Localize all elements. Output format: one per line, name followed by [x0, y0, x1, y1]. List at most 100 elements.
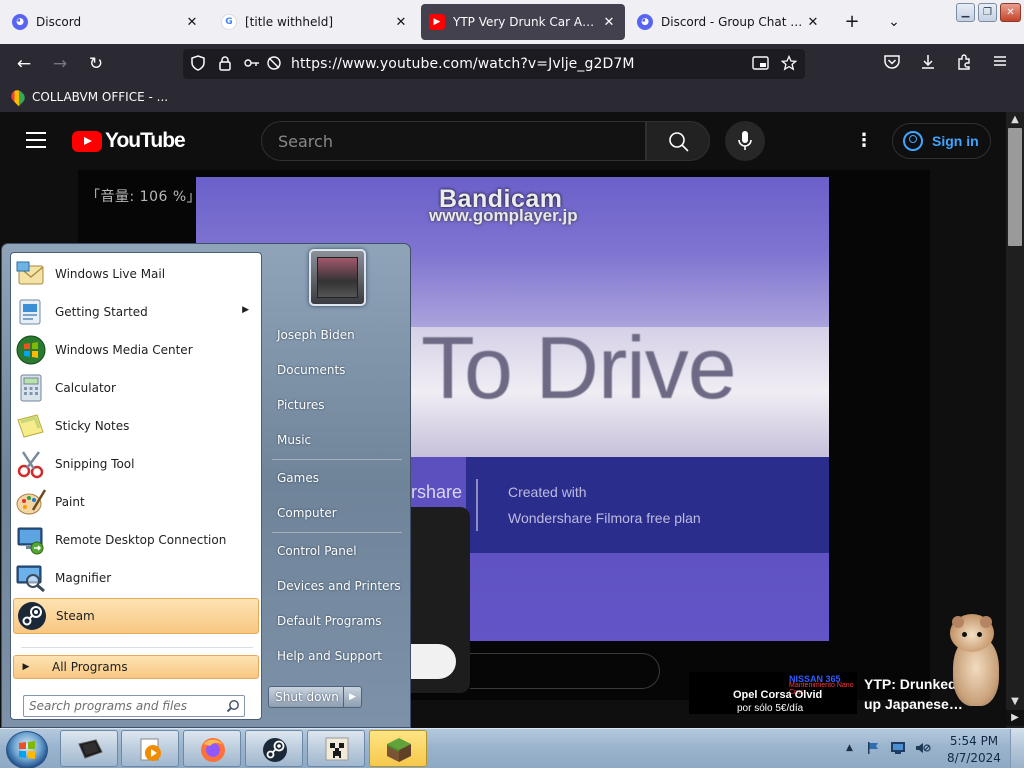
pocket-icon[interactable] — [881, 53, 903, 75]
download-icon[interactable] — [917, 53, 939, 75]
tab-title: Discord - Group Chat That's — [661, 15, 805, 29]
terminal-window-icon — [78, 739, 103, 759]
close-icon[interactable]: ✕ — [393, 15, 409, 30]
scroll-up-arrow[interactable]: ▲ — [1006, 112, 1024, 128]
taskbar-steam[interactable] — [245, 730, 303, 767]
search-programs-input[interactable]: Search programs and files — [23, 695, 245, 717]
mail-icon — [15, 258, 47, 290]
tab-discord-group-chat[interactable]: ◕ Discord - Group Chat That's ✕ — [629, 4, 829, 40]
close-icon[interactable]: ✕ — [805, 15, 821, 30]
more-options-button[interactable]: ⋮ — [855, 130, 873, 152]
extensions-icon[interactable] — [953, 53, 975, 75]
search-input[interactable]: Search — [261, 121, 646, 161]
program-windows-media-center[interactable]: Windows Media Center — [13, 332, 259, 368]
taskbar-media-player[interactable] — [121, 730, 179, 767]
reload-button[interactable]: ↻ — [85, 53, 107, 75]
menu-icon[interactable] — [989, 53, 1011, 75]
tab-google-search[interactable]: G [title withheld] ✕ — [213, 4, 417, 40]
program-remote-desktop-connection[interactable]: Remote Desktop Connection — [13, 522, 259, 558]
action-center-flag-icon[interactable] — [866, 741, 880, 755]
program-sticky-notes[interactable]: Sticky Notes — [13, 408, 259, 444]
program-snipping-tool[interactable]: Snipping Tool — [13, 446, 259, 482]
start-item-music[interactable]: Music — [268, 424, 404, 456]
close-icon[interactable]: ✕ — [601, 15, 617, 30]
shut-down-options-button[interactable]: ▶ — [343, 686, 362, 708]
bookmark-star-icon[interactable] — [780, 54, 798, 73]
network-icon[interactable] — [890, 741, 905, 755]
search-button[interactable] — [646, 121, 710, 161]
url-text[interactable]: https://www.youtube.com/watch?v=Jvlje_g2… — [291, 56, 635, 72]
start-menu: Windows Live Mail Getting Started ▶ Wind… — [1, 243, 411, 728]
taskbar-minecraft-creeper[interactable] — [307, 730, 365, 767]
browser-tab-strip: ◕ Discord ✕ G [title withheld] ✕ ▶ YTP V… — [0, 0, 1024, 44]
input-field-fragment[interactable] — [470, 653, 660, 689]
clock-date[interactable]: 8/7/2024 — [944, 751, 1004, 765]
start-item-devices-and-printers[interactable]: Devices and Printers — [268, 570, 404, 602]
youtube-icon: ▶ — [429, 14, 445, 30]
sticky-notes-icon — [15, 410, 47, 442]
program-paint[interactable]: Paint — [13, 484, 259, 520]
program-getting-started[interactable]: Getting Started ▶ — [13, 294, 259, 330]
volume-overlay-text: 「音量: 106 %」 — [86, 189, 202, 205]
tab-discord[interactable]: ◕ Discord ✕ — [4, 4, 208, 40]
start-item-pictures[interactable]: Pictures — [268, 389, 404, 421]
scrollbar-thumb[interactable] — [1008, 128, 1022, 246]
taskbar-minecraft[interactable] — [369, 730, 427, 767]
sign-in-button[interactable]: Sign in — [892, 123, 991, 159]
close-icon[interactable]: ✕ — [184, 15, 200, 30]
scroll-right-arrow[interactable]: ▶ — [1006, 710, 1024, 726]
remote-desktop-icon — [15, 524, 47, 556]
bookmark-collabvm[interactable]: COLLABVM OFFICE - ... — [8, 87, 168, 107]
new-tab-button[interactable]: + — [842, 12, 862, 32]
start-button[interactable] — [6, 731, 48, 768]
taskbar-terminal-window[interactable] — [60, 730, 118, 767]
restore-button[interactable]: ❐ — [978, 3, 997, 22]
show-desktop-button[interactable] — [1010, 729, 1024, 768]
microphone-icon — [738, 131, 752, 150]
scroll-down-arrow[interactable]: ▼ — [1006, 694, 1024, 710]
hamburger-menu-icon[interactable] — [26, 132, 46, 148]
permissions-icon[interactable] — [243, 55, 261, 73]
show-hidden-icons-button[interactable]: ▲ — [846, 743, 853, 753]
taskbar-firefox[interactable] — [183, 730, 241, 767]
menu-separator — [272, 459, 402, 460]
volume-muted-icon[interactable] — [915, 741, 931, 755]
program-windows-live-mail[interactable]: Windows Live Mail — [13, 256, 259, 292]
start-item-control-panel[interactable]: Control Panel — [268, 535, 404, 567]
video-divider — [476, 479, 478, 531]
minecraft-grass-icon — [387, 738, 411, 762]
program-calculator[interactable]: Calculator — [13, 370, 259, 406]
youtube-logo[interactable]: YouTube — [72, 129, 186, 153]
voice-search-button[interactable] — [725, 121, 765, 161]
program-magnifier[interactable]: Magnifier — [13, 560, 259, 596]
thumbnail-text: por sólo 5€/día — [737, 703, 804, 714]
picture-in-picture-icon[interactable] — [752, 55, 770, 73]
window-close-button[interactable]: ✕ — [1000, 3, 1021, 22]
autoplay-blocked-icon[interactable] — [265, 55, 283, 73]
steam-icon — [263, 738, 287, 762]
back-button[interactable]: ← — [13, 53, 35, 75]
shut-down-button[interactable]: Shut down — [268, 686, 346, 708]
address-bar[interactable]: https://www.youtube.com/watch?v=Jvlje_g2… — [183, 49, 805, 79]
tab-youtube[interactable]: ▶ YTP Very Drunk Car Automo ✕ — [421, 4, 625, 40]
start-item-documents[interactable]: Documents — [268, 354, 404, 386]
start-item-games[interactable]: Games — [268, 462, 404, 494]
paint-icon — [15, 486, 47, 518]
start-item-help-and-support[interactable]: Help and Support — [268, 640, 404, 672]
steam-icon — [16, 600, 48, 632]
account-icon — [903, 131, 923, 151]
minimize-button[interactable]: ▁ — [956, 3, 975, 22]
user-avatar[interactable] — [309, 249, 366, 306]
start-item-computer[interactable]: Computer — [268, 497, 404, 529]
start-item-default-programs[interactable]: Default Programs — [268, 605, 404, 637]
shield-icon[interactable] — [189, 55, 207, 73]
lock-icon[interactable] — [216, 55, 234, 73]
forward-button[interactable]: → — [49, 53, 71, 75]
related-video-thumbnail[interactable]: NISSAN 365 Mantenimiento Nano Crus Opel … — [689, 672, 857, 714]
bookmarks-toolbar: COLLABVM OFFICE - ... — [0, 84, 1024, 112]
clock-time[interactable]: 5:54 PM — [948, 734, 1000, 748]
program-steam[interactable]: Steam — [13, 598, 259, 634]
all-programs-button[interactable]: ▶ All Programs — [13, 655, 259, 679]
start-item-user-folder[interactable]: Joseph Biden — [268, 319, 404, 351]
list-all-tabs-button[interactable]: ⌄ — [884, 12, 904, 32]
